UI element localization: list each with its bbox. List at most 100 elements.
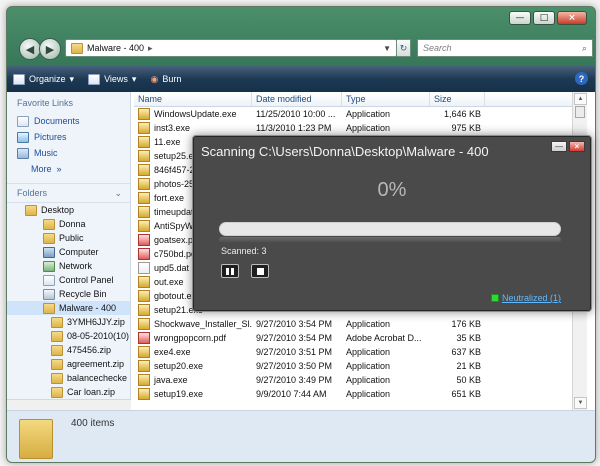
file-row[interactable]: wrongpopcorn.pdf 9/27/2010 3:54 PM Adobe A… <box>134 331 587 345</box>
tree-item[interactable]: Network <box>7 259 130 273</box>
folder-preview-icon <box>19 419 53 459</box>
burn-icon: ◉ <box>150 73 159 84</box>
exe-icon <box>138 346 150 358</box>
organize-icon <box>13 73 25 85</box>
exe-icon <box>138 122 150 134</box>
scan-close-button[interactable]: × <box>569 141 585 152</box>
neutralized-link[interactable]: Neutralized (1) <box>502 293 561 303</box>
date-modified-cell: 9/27/2010 3:54 PM <box>256 333 333 343</box>
burn-button[interactable]: ◉ Burn <box>144 66 189 92</box>
tree-item[interactable]: Recycle Bin <box>7 287 130 301</box>
minimize-button[interactable]: — <box>509 11 531 25</box>
scroll-down-button[interactable]: ▼ <box>574 397 587 409</box>
refresh-button[interactable]: ↻ <box>397 39 411 57</box>
folder-icon <box>51 344 63 356</box>
type-cell: Application <box>346 361 391 371</box>
search-box[interactable]: Search ⌕ <box>417 39 593 57</box>
size-column-header[interactable]: Size <box>430 92 485 106</box>
music-icon <box>17 147 29 159</box>
date-modified-cell: 9/27/2010 3:54 PM <box>256 319 333 329</box>
favorite-link-label: Music <box>34 148 58 158</box>
type-cell: Application <box>346 123 391 133</box>
file-row[interactable]: setup19.exe 9/9/2010 7:44 AM Application 65… <box>134 387 587 401</box>
organize-label: Organize <box>29 74 66 84</box>
tree-item[interactable]: Donna <box>7 217 130 231</box>
favorite-link-label: Documents <box>34 116 80 126</box>
date-column-header[interactable]: Date modified <box>252 92 342 106</box>
organize-button[interactable]: Organize ▾ <box>7 66 82 92</box>
folders-header[interactable]: Folders ⌄ <box>7 183 130 203</box>
chevron-down-icon: ⌄ <box>114 187 122 198</box>
tree-item[interactable]: Desktop <box>7 203 130 217</box>
forward-button[interactable]: ▶ <box>39 38 61 60</box>
tree-item[interactable]: Car loan.zip <box>7 385 130 399</box>
file-name: wrongpopcorn.pdf <box>154 333 227 343</box>
file-row[interactable]: WindowsUpdate.exe 11/25/2010 10:00 ... App… <box>134 107 587 121</box>
tree-item[interactable]: balancechecke <box>7 371 130 385</box>
pause-button[interactable] <box>221 264 239 278</box>
maximize-button[interactable]: □ <box>533 11 555 25</box>
tree-item[interactable]: Public <box>7 231 130 245</box>
favorite-link-documents[interactable]: Documents <box>7 113 130 129</box>
type-column-header[interactable]: Type <box>342 92 430 106</box>
type-cell: Application <box>346 347 391 357</box>
date-modified-cell: 9/27/2010 3:50 PM <box>256 361 333 371</box>
more-link[interactable]: More » <box>7 161 130 177</box>
file-name: photos-25- <box>154 179 198 189</box>
scroll-up-button[interactable]: ▲ <box>574 93 587 105</box>
exe-icon <box>138 192 150 204</box>
progress-reflection <box>219 237 561 243</box>
tree-item[interactable]: Control Panel <box>7 273 130 287</box>
scan-minimize-button[interactable]: — <box>551 141 567 152</box>
address-bar[interactable]: Malware - 400 ▸ ▼ <box>65 39 397 57</box>
sidebar-horizontal-scrollbar[interactable] <box>7 399 131 410</box>
tree-item[interactable]: 475456.zip <box>7 343 130 357</box>
scan-window-controls: — × <box>551 141 585 152</box>
file-name: fort.exe <box>154 193 185 203</box>
file-row[interactable]: inst3.exe 11/3/2010 1:23 PM Application 975… <box>134 121 587 135</box>
folder-icon <box>51 358 63 370</box>
file-name: Shockwave_Installer_Sl... <box>154 319 252 329</box>
file-name-cell: inst3.exe <box>134 122 252 134</box>
tree-item[interactable]: agreement.zip <box>7 357 130 371</box>
pdf-icon <box>138 332 150 344</box>
favorite-link-music[interactable]: Music <box>7 145 130 161</box>
type-cell: Application <box>346 319 391 329</box>
folders-heading: Folders <box>17 188 48 198</box>
back-button[interactable]: ◀ <box>19 38 41 60</box>
tree-item-label: 3YMH6JJY.zip <box>67 317 125 327</box>
file-row[interactable]: setup20.exe 9/27/2010 3:50 PM Application 2… <box>134 359 587 373</box>
tree-item[interactable]: Malware - 400 <box>7 301 130 315</box>
help-icon[interactable]: ? <box>575 72 588 85</box>
type-cell: Application <box>346 109 391 119</box>
scan-title: Scanning C:\Users\Donna\Desktop\Malware … <box>201 144 489 159</box>
type-cell: Adobe Acrobat D... <box>346 333 422 343</box>
tree-item[interactable]: 3YMH6JJY.zip <box>7 315 130 329</box>
size-cell: 21 KB <box>456 361 481 371</box>
folder-icon <box>71 42 83 54</box>
exe-icon <box>138 388 150 400</box>
neutralized-summary[interactable]: Neutralized (1) <box>490 293 561 303</box>
search-icon: ⌕ <box>581 42 587 53</box>
file-row[interactable]: Shockwave_Installer_Sl... 9/27/2010 3:54 … <box>134 317 587 331</box>
address-path: Malware - 400 <box>87 43 145 53</box>
stop-icon <box>256 267 264 275</box>
tree-item-label: agreement.zip <box>67 359 125 369</box>
views-button[interactable]: Views ▾ <box>82 66 144 92</box>
close-button[interactable]: × <box>557 11 587 25</box>
favorite-link-pictures[interactable]: Pictures <box>7 129 130 145</box>
file-row[interactable]: exe4.exe 9/27/2010 3:51 PM Application 637 … <box>134 345 587 359</box>
tree-item[interactable]: 08-05-2010(10) <box>7 329 130 343</box>
tree-item[interactable]: Computer <box>7 245 130 259</box>
pause-icon <box>231 267 234 275</box>
scroll-thumb[interactable] <box>575 106 585 118</box>
recycle-bin-icon <box>43 288 55 300</box>
name-column-header[interactable]: Name <box>134 92 252 106</box>
stop-button[interactable] <box>251 264 269 278</box>
type-cell: Application <box>346 389 391 399</box>
folder-icon <box>51 372 63 384</box>
file-row[interactable]: java.exe 9/27/2010 3:49 PM Application 50 K… <box>134 373 587 387</box>
views-label: Views <box>104 74 128 84</box>
file-name-cell: exe4.exe <box>134 346 252 358</box>
dropdown-icon[interactable]: ▼ <box>383 44 391 53</box>
